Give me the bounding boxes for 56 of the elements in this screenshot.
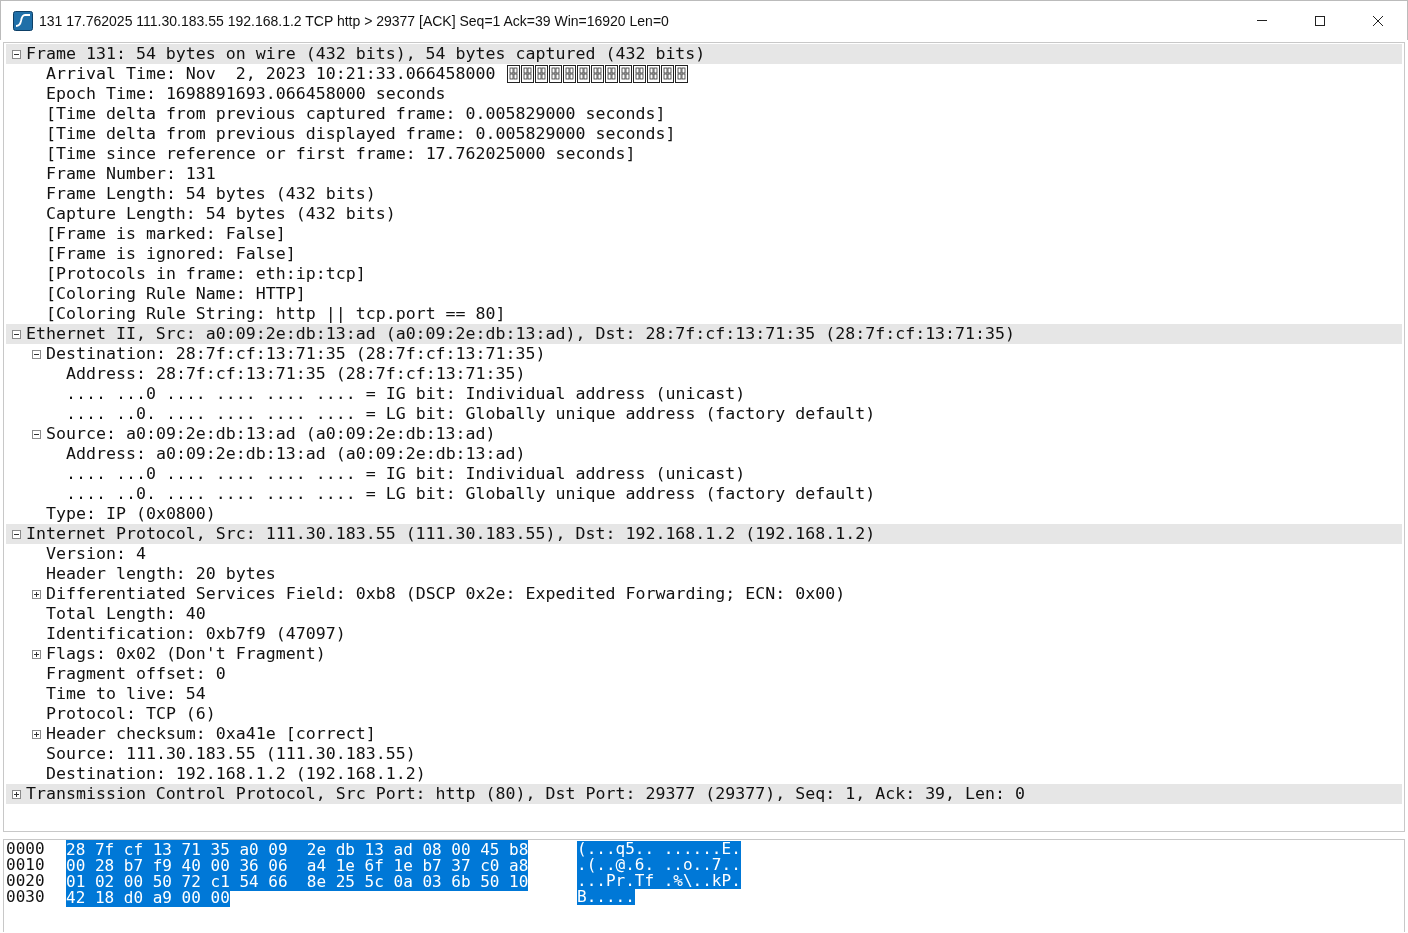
field-line[interactable]: Source: a0:09:2e:db:13:ad (a0:09:2e:db:13:ad) xyxy=(46,424,496,444)
field-line[interactable]: Arrival Time: Nov 2, 2023 10:21:33.066458000 xyxy=(46,64,496,84)
collapse-toggle[interactable] xyxy=(31,429,41,439)
field-line[interactable]: Epoch Time: 1698891693.066458000 seconds xyxy=(46,84,446,104)
field-line[interactable]: Version: 4 xyxy=(46,544,146,564)
field-line[interactable]: Fragment offset: 0 xyxy=(46,664,226,684)
maximize-icon xyxy=(1314,14,1326,27)
ascii-bytes[interactable]: B..... xyxy=(577,889,635,905)
window-title: 131 17.762025 111.30.183.55 192.168.1.2 TCP http > 29377 [ACK] Seq=1 Ack=39 Win=16920 Len=0 xyxy=(39,12,670,29)
field-line[interactable]: Identification: 0xb7f9 (47097) xyxy=(46,624,346,644)
field-line[interactable]: [Coloring Rule Name: HTTP] xyxy=(46,284,306,304)
field-line[interactable]: Source: 111.30.183.55 (111.30.183.55) xyxy=(46,744,416,764)
expand-toggle[interactable] xyxy=(31,589,41,599)
app-icon xyxy=(13,10,33,31)
field-line[interactable]: Address: 28:7f:cf:13:71:35 (28:7f:cf:13:71:35) xyxy=(66,364,526,384)
field-line[interactable]: Protocol: TCP (6) xyxy=(46,704,216,724)
ascii-bytes[interactable]: ...Pr.Tf .%\..kP. xyxy=(577,873,741,889)
byte-offset: 0030 xyxy=(6,889,46,905)
field-line[interactable]: Address: a0:09:2e:db:13:ad (a0:09:2e:db:13:ad) xyxy=(66,444,526,464)
ascii-bytes[interactable]: .(..@.6. ..o..7.. xyxy=(577,857,741,873)
byte-offset: 0010 xyxy=(6,857,46,873)
expand-toggle[interactable] xyxy=(11,789,21,799)
field-line[interactable]: Frame Length: 54 bytes (432 bits) xyxy=(46,184,376,204)
ascii-bytes[interactable]: (...q5.. ......E. xyxy=(577,841,741,857)
field-line[interactable]: [Protocols in frame: eth:ip:tcp] xyxy=(46,264,366,284)
collapse-toggle[interactable] xyxy=(11,529,21,539)
collapse-toggle[interactable] xyxy=(31,349,41,359)
field-line[interactable]: Destination: 28:7f:cf:13:71:35 (28:7f:cf:13:71:35) xyxy=(46,344,546,364)
minimize-icon xyxy=(1257,20,1267,21)
collapse-toggle[interactable] xyxy=(11,329,21,339)
field-line[interactable]: Capture Length: 54 bytes (432 bits) xyxy=(46,204,396,224)
field-line[interactable]: Total Length: 40 xyxy=(46,604,206,624)
field-line[interactable]: .... ..0. .... .... .... .... = LG bit: Globally unique address (factory default) xyxy=(66,404,876,424)
close-icon xyxy=(1372,14,1384,27)
field-line[interactable]: [Frame is marked: False] xyxy=(46,224,286,244)
expand-toggle[interactable] xyxy=(31,729,41,739)
field-line[interactable]: Header checksum: 0xa41e [correct] xyxy=(46,724,376,744)
collapse-toggle[interactable] xyxy=(11,49,21,59)
field-line[interactable]: Time to live: 54 xyxy=(46,684,206,704)
expand-toggle[interactable] xyxy=(31,649,41,659)
field-line[interactable]: [Time delta from previous captured frame: 0.005829000 seconds] xyxy=(46,104,666,124)
field-line[interactable]: .... ...0 .... .... .... .... = IG bit: Individual address (unicast) xyxy=(66,464,746,484)
field-line[interactable]: .... ..0. .... .... .... .... = LG bit: Globally unique address (factory default) xyxy=(66,484,876,504)
field-line[interactable]: [Time since reference or first frame: 17.762025000 seconds] xyxy=(46,144,636,164)
field-line[interactable]: Header length: 20 bytes xyxy=(46,564,276,584)
field-line[interactable]: Destination: 192.168.1.2 (192.168.1.2) xyxy=(46,764,426,784)
field-line[interactable]: Flags: 0x02 (Don't Fragment) xyxy=(46,644,326,664)
byte-offset: 0020 xyxy=(6,873,46,889)
field-line[interactable]: Type: IP (0x0800) xyxy=(46,504,216,524)
byte-offset: 0000 xyxy=(6,841,46,857)
field-line[interactable]: Differentiated Services Field: 0xb8 (DSCP 0x2e: Expedited Forwarding; ECN: 0x00) xyxy=(46,584,846,604)
field-line[interactable]: [Coloring Rule String: http || tcp.port == 80] xyxy=(46,304,506,324)
field-line[interactable]: Frame Number: 131 xyxy=(46,164,216,184)
field-line[interactable]: [Frame is ignored: False] xyxy=(46,244,296,264)
field-line[interactable]: [Time delta from previous displayed frame: 0.005829000 seconds] xyxy=(46,124,676,144)
field-line[interactable]: .... ...0 .... .... .... .... = IG bit: Individual address (unicast) xyxy=(66,384,746,404)
